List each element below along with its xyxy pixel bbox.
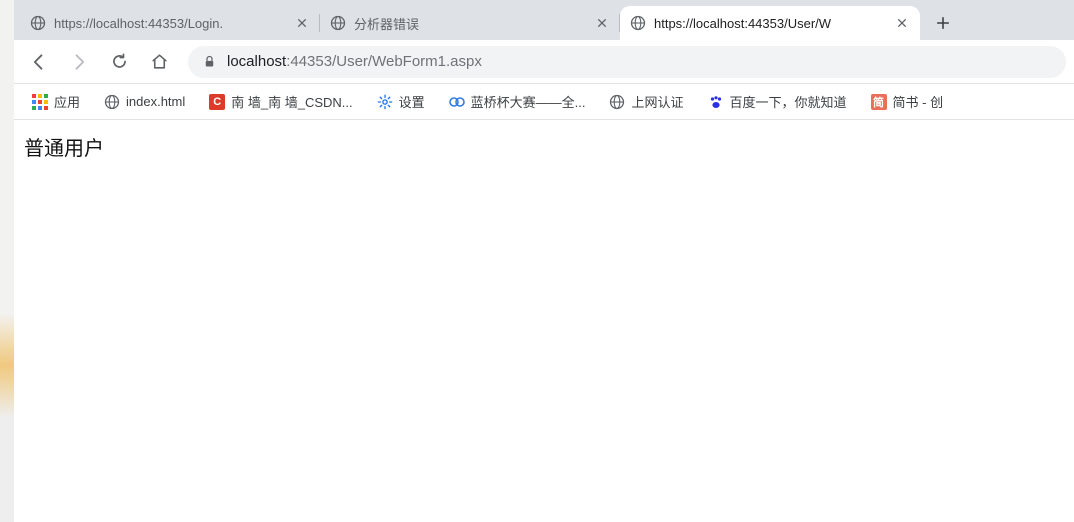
tab-2-active[interactable]: https://localhost:44353/User/W [620,6,920,40]
bookmark-label: 简书 - 创 [893,92,944,111]
tab-0[interactable]: https://localhost:44353/Login. [20,6,320,40]
close-icon[interactable] [594,15,610,31]
url-text: localhost:44353/User/WebForm1.aspx [227,53,1052,70]
bookmark-label: index.html [126,94,185,109]
reload-button[interactable] [102,45,136,79]
globe-icon [30,15,46,31]
bookmark-baidu[interactable]: 百度一下，你就知道 [698,88,857,115]
globe-icon [104,94,120,110]
gear-icon [377,94,393,110]
bookmark-lanqiao[interactable]: 蓝桥杯大赛——全... [439,88,596,115]
home-button[interactable] [142,45,176,79]
back-button[interactable] [22,45,56,79]
bookmark-csdn[interactable]: C 南 墙_南 墙_CSDN... [199,88,362,115]
bookmark-label: 设置 [399,92,425,111]
forward-button[interactable] [62,45,96,79]
tab-bar: https://localhost:44353/Login. 分析器错误 htt… [14,0,1074,40]
url-host: localhost [227,53,286,70]
bookmark-label: 百度一下，你就知道 [730,92,847,111]
baidu-icon [708,94,724,110]
lanqiao-icon [449,94,465,110]
csdn-icon: C [209,94,225,110]
page-heading: 普通用户 [24,132,1064,161]
apps-label: 应用 [54,92,80,111]
browser-window: https://localhost:44353/Login. 分析器错误 htt… [14,0,1074,522]
close-icon[interactable] [894,15,910,31]
new-tab-button[interactable] [928,8,958,38]
globe-icon [630,15,646,31]
jianshu-icon: 简 [871,94,887,110]
background-strip [0,0,14,522]
close-icon[interactable] [294,15,310,31]
globe-icon [330,15,346,31]
bookmark-label: 南 墙_南 墙_CSDN... [231,92,352,111]
bookmark-label: 上网认证 [631,92,683,111]
bookmark-index[interactable]: index.html [94,90,195,114]
tab-1[interactable]: 分析器错误 [320,6,620,40]
bookmark-label: 蓝桥杯大赛——全... [471,92,586,111]
url-port: :44353 [286,53,332,70]
bookmark-jianshu[interactable]: 简 简书 - 创 [861,88,954,115]
tab-title: https://localhost:44353/Login. [54,16,286,31]
lock-icon [202,54,217,69]
address-bar[interactable]: localhost:44353/User/WebForm1.aspx [188,46,1066,78]
bookmarks-bar: 应用 index.html C 南 墙_南 墙_CSDN... 设置 蓝桥杯大赛… [14,84,1074,120]
tab-title: https://localhost:44353/User/W [654,16,886,31]
bookmark-netauth[interactable]: 上网认证 [599,88,693,115]
globe-icon [609,94,625,110]
apps-shortcut[interactable]: 应用 [22,88,90,115]
bookmark-settings[interactable]: 设置 [367,88,435,115]
page-content: 普通用户 [14,120,1074,522]
toolbar: localhost:44353/User/WebForm1.aspx [14,40,1074,84]
url-path: /User/WebForm1.aspx [332,53,482,70]
apps-icon [32,94,48,110]
tab-title: 分析器错误 [354,14,586,33]
